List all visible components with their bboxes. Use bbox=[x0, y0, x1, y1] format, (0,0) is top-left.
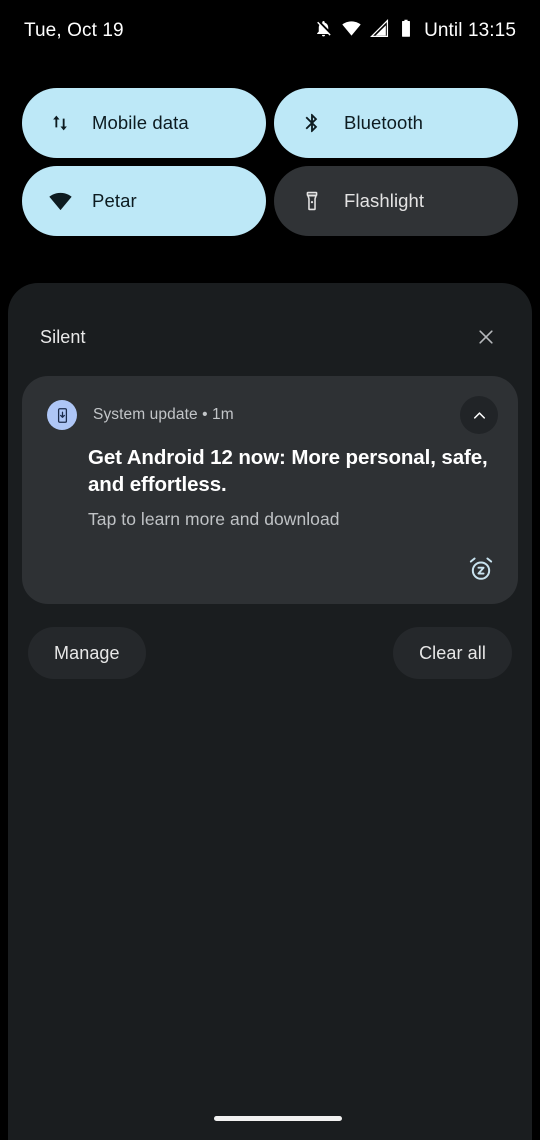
qs-tile-flashlight[interactable]: Flashlight bbox=[274, 166, 518, 236]
status-bar-icons: Until 13:15 bbox=[314, 19, 516, 43]
chevron-up-icon[interactable] bbox=[460, 396, 498, 434]
notification-shade-panel: Silent System update • 1m Get Android 12… bbox=[8, 283, 532, 1140]
qs-tile-wifi[interactable]: Petar bbox=[22, 166, 266, 236]
notification-header: System update • 1m bbox=[47, 400, 234, 430]
manage-button[interactable]: Manage bbox=[28, 627, 146, 679]
notification-body-text: Tap to learn more and download bbox=[88, 509, 340, 529]
mobile-data-icon bbox=[48, 111, 72, 135]
status-bar-clock: Tue, Oct 19 bbox=[24, 20, 124, 41]
navigation-bar bbox=[8, 1096, 540, 1140]
close-icon[interactable] bbox=[472, 323, 500, 351]
clear-all-button[interactable]: Clear all bbox=[393, 627, 512, 679]
status-bar-until-label: Until 13:15 bbox=[424, 20, 516, 41]
qs-tile-mobile-data[interactable]: Mobile data bbox=[22, 88, 266, 158]
cellular-signal-icon bbox=[370, 19, 389, 43]
qs-tile-label: Flashlight bbox=[344, 190, 425, 211]
notification-title: Get Android 12 now: More personal, safe,… bbox=[88, 446, 488, 497]
notification-card-system-update[interactable]: System update • 1m Get Android 12 now: M… bbox=[22, 376, 518, 604]
shade-action-buttons: Manage Clear all bbox=[28, 627, 512, 679]
wifi-icon bbox=[342, 19, 361, 43]
qs-tile-bluetooth[interactable]: Bluetooth bbox=[274, 88, 518, 158]
bluetooth-icon bbox=[300, 111, 324, 135]
quick-settings-tiles: Mobile data Bluetooth Petar Flashlight bbox=[22, 88, 518, 236]
wifi-icon bbox=[48, 189, 72, 213]
status-bar: Tue, Oct 19 Until 13:15 bbox=[0, 0, 540, 62]
qs-tile-label: Bluetooth bbox=[344, 112, 424, 133]
notification-meta: System update • 1m bbox=[93, 406, 234, 423]
system-update-icon bbox=[47, 400, 77, 430]
home-gesture-handle[interactable] bbox=[214, 1115, 342, 1121]
android-notification-shade: Tue, Oct 19 Until 13:15 Mobile data Blue… bbox=[0, 0, 540, 1140]
qs-tile-label: Petar bbox=[92, 190, 137, 211]
snooze-alarm-icon[interactable] bbox=[462, 550, 500, 588]
battery-icon bbox=[398, 19, 414, 43]
flashlight-icon bbox=[300, 189, 324, 213]
qs-tile-label: Mobile data bbox=[92, 112, 189, 133]
section-title: Silent bbox=[40, 326, 86, 347]
silent-section-header: Silent bbox=[40, 323, 500, 351]
notifications-off-icon bbox=[314, 19, 333, 43]
